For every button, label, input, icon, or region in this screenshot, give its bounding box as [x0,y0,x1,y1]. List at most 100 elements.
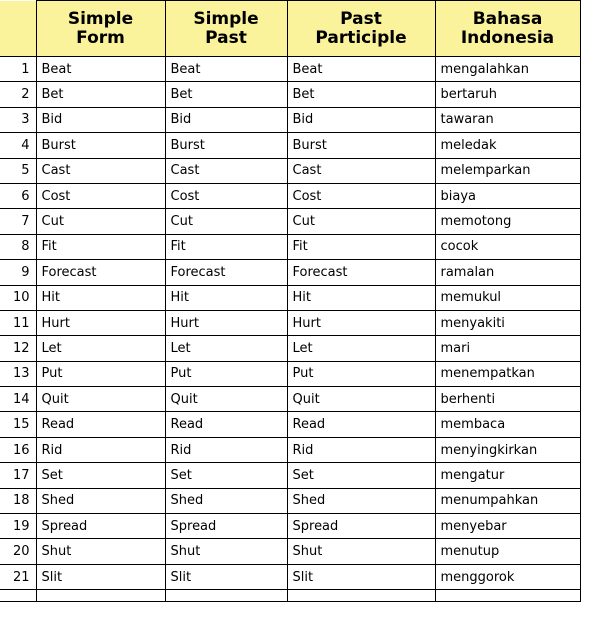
simple-past-cell: Cast [164,158,287,184]
simple-past-cell: Let [164,335,287,362]
simple-past-cell: Shut [164,538,287,565]
simple-past-cell: Rid [164,437,287,464]
bahasa-indonesia-cell: membaca [434,411,581,438]
past-participle-cell: Quit [286,386,435,413]
row-number-cell: 9 [0,259,36,286]
row-number-cell: 21 [0,564,36,591]
simple-past-cell: Put [164,361,287,388]
row-number-cell: 14 [0,386,36,413]
past-participle-cell: Spread [286,513,435,540]
row-number-cell: 1 [0,56,36,83]
past-participle-cell: Hit [286,285,435,311]
column-header-past-participle: Past Participle [286,0,436,57]
past-participle-cell: Bet [286,81,435,108]
past-participle-cell: Shut [286,538,435,565]
bahasa-indonesia-cell: mari [434,335,581,362]
past-participle-cell: Hurt [286,310,435,337]
row-number-cell: 13 [0,361,36,388]
table-body: 1 Beat Beat Beat mengalahkan 2 Bet Bet Bet bertar… [0,56,581,603]
row-number-cell: 10 [0,285,36,311]
table-row: 14 Quit Quit Quit berhenti [0,386,581,413]
simple-form-cell: Shed [35,488,165,515]
past-participle-cell: Cast [286,158,435,184]
row-number-cell: 20 [0,538,36,565]
bahasa-indonesia-cell: mengalahkan [434,56,581,83]
bahasa-indonesia-cell: menyakiti [434,310,581,337]
simple-past-cell: Bet [164,81,287,108]
row-number-cell: 5 [0,158,36,184]
simple-form-cell: Shut [35,538,165,565]
simple-form-cell: Let [35,335,165,362]
row-number-cell: 12 [0,335,36,362]
simple-past-cell: Slit [164,564,287,591]
past-participle-cell: Shed [286,488,435,515]
bahasa-indonesia-cell: bertaruh [434,81,581,108]
past-participle-cell: Read [286,411,435,438]
table-row: 10 Hit Hit Hit memukul [0,285,581,311]
bahasa-indonesia-cell: menumpahkan [434,488,581,515]
past-participle-cell: Beat [286,56,435,83]
bahasa-indonesia-cell: mengatur [434,462,581,489]
simple-past-cell: Hit [164,285,287,311]
table-row: 5 Cast Cast Cast melemparkan [0,158,581,184]
simple-past-cell: Burst [164,132,287,159]
simple-form-cell: Beat [35,56,165,83]
table-row: 4 Burst Burst Burst meledak [0,132,581,159]
simple-past-cell: Shed [164,488,287,515]
simple-form-cell: Cut [35,208,165,235]
bahasa-indonesia-cell: meledak [434,132,581,159]
past-participle-cell: Cut [286,208,435,235]
simple-past-cell: Hurt [164,310,287,337]
bahasa-indonesia-cell: menempatkan [434,361,581,388]
bahasa-indonesia-cell: melemparkan [434,158,581,184]
simple-past-cell: Spread [164,513,287,540]
bahasa-indonesia-cell: menyingkirkan [434,437,581,464]
bahasa-indonesia-cell: menutup [434,538,581,565]
simple-form-cell: Cost [35,183,165,210]
row-number-cell: 16 [0,437,36,464]
row-number-cell: 4 [0,132,36,159]
simple-form-cell: Bid [35,107,165,134]
past-participle-cell: Let [286,335,435,362]
simple-past-cell: Quit [164,386,287,413]
simple-form-cell: Cast [35,158,165,184]
table-row: 21 Slit Slit Slit menggorok [0,564,581,591]
table-row: 19 Spread Spread Spread menyebar [0,513,581,540]
bahasa-indonesia-cell [434,589,581,603]
row-number-cell [0,589,36,603]
table-row: 1 Beat Beat Beat mengalahkan [0,56,581,83]
simple-form-cell: Spread [35,513,165,540]
row-number-cell: 17 [0,462,36,489]
row-number-cell: 11 [0,310,36,337]
past-participle-cell: Fit [286,234,435,261]
table-row: 12 Let Let Let mari [0,335,581,362]
simple-form-cell: Burst [35,132,165,159]
bahasa-indonesia-cell: biaya [434,183,581,210]
table-row [0,589,581,603]
column-header-simple-past: Simple Past [164,0,288,57]
column-header-simple-form: Simple Form [35,0,166,57]
table-row: 18 Shed Shed Shed menumpahkan [0,488,581,515]
simple-form-cell: Hurt [35,310,165,337]
simple-form-cell: Slit [35,564,165,591]
table-row: 3 Bid Bid Bid tawaran [0,107,581,134]
past-participle-cell: Cost [286,183,435,210]
table-row: 15 Read Read Read membaca [0,411,581,438]
past-participle-cell: Set [286,462,435,489]
simple-past-cell: Bid [164,107,287,134]
table-row: 6 Cost Cost Cost biaya [0,183,581,210]
bahasa-indonesia-cell: menggorok [434,564,581,591]
simple-form-cell: Quit [35,386,165,413]
table-row: 9 Forecast Forecast Forecast ramalan [0,259,581,286]
simple-form-cell: Put [35,361,165,388]
bahasa-indonesia-cell: tawaran [434,107,581,134]
simple-form-cell: Forecast [35,259,165,286]
table-row: 11 Hurt Hurt Hurt menyakiti [0,310,581,337]
row-number-cell: 7 [0,208,36,235]
bahasa-indonesia-cell: menyebar [434,513,581,540]
table-row: 20 Shut Shut Shut menutup [0,538,581,565]
row-number-cell: 2 [0,81,36,108]
header-row: Simple Form Simple Past Past Participle … [0,0,581,57]
simple-past-cell: Cost [164,183,287,210]
bahasa-indonesia-cell: cocok [434,234,581,261]
